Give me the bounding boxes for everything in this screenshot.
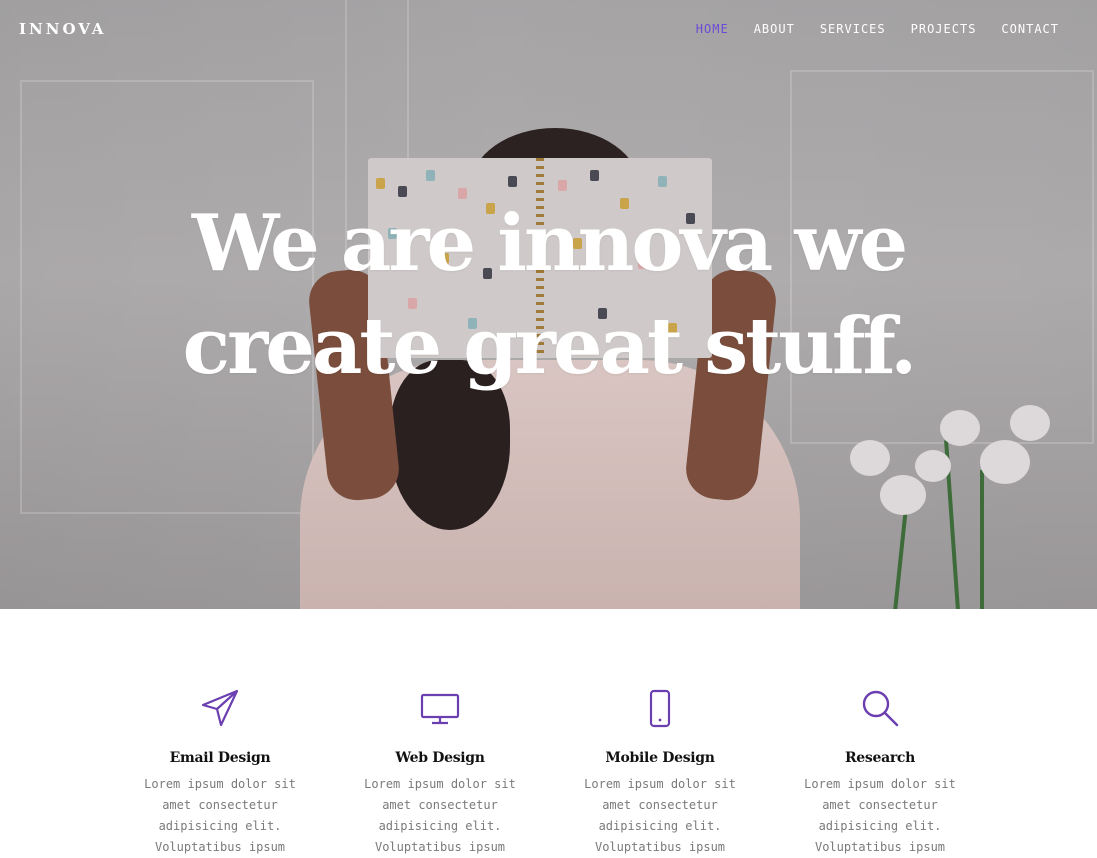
service-title: Mobile Design — [605, 750, 715, 766]
service-title: Web Design — [395, 750, 485, 766]
nav-item-projects[interactable]: PROJECTS — [911, 22, 977, 36]
paper-plane-icon — [110, 688, 330, 732]
monitor-icon — [330, 688, 550, 732]
service-description: Lorem ipsum dolor sit amet consectetur a… — [584, 777, 736, 854]
hero-headline: We are innova we create great stuff. — [0, 192, 1097, 398]
brand-logo[interactable]: INNOVA — [19, 20, 106, 38]
top-nav: INNOVA HOME ABOUT SERVICES PROJECTS CONT… — [0, 0, 1097, 60]
service-title: Research — [844, 750, 916, 766]
hero-photo-flowers — [840, 400, 1070, 609]
hero-headline-line2: create great stuff. — [182, 301, 918, 392]
services-section: Email Design Lorem ipsum dolor sit amet … — [110, 688, 990, 858]
nav-menu: HOME ABOUT SERVICES PROJECTS CONTACT — [696, 22, 1059, 36]
service-card: Mobile Design Lorem ipsum dolor sit amet… — [550, 688, 770, 858]
service-description: Lorem ipsum dolor sit amet consectetur a… — [804, 777, 956, 854]
nav-item-contact[interactable]: CONTACT — [1001, 22, 1059, 36]
hero-headline-line1: We are innova we — [191, 198, 908, 289]
nav-item-home[interactable]: HOME — [696, 22, 729, 36]
hero-section: INNOVA HOME ABOUT SERVICES PROJECTS CONT… — [0, 0, 1097, 609]
service-description: Lorem ipsum dolor sit amet consectetur a… — [364, 777, 516, 854]
smartphone-icon — [550, 688, 770, 732]
search-icon — [770, 688, 990, 732]
nav-item-about[interactable]: ABOUT — [754, 22, 795, 36]
service-card: Research Lorem ipsum dolor sit amet cons… — [770, 688, 990, 858]
nav-item-services[interactable]: SERVICES — [820, 22, 886, 36]
service-title: Email Design — [169, 750, 271, 766]
service-card: Web Design Lorem ipsum dolor sit amet co… — [330, 688, 550, 858]
service-card: Email Design Lorem ipsum dolor sit amet … — [110, 688, 330, 858]
service-description: Lorem ipsum dolor sit amet consectetur a… — [144, 777, 296, 854]
